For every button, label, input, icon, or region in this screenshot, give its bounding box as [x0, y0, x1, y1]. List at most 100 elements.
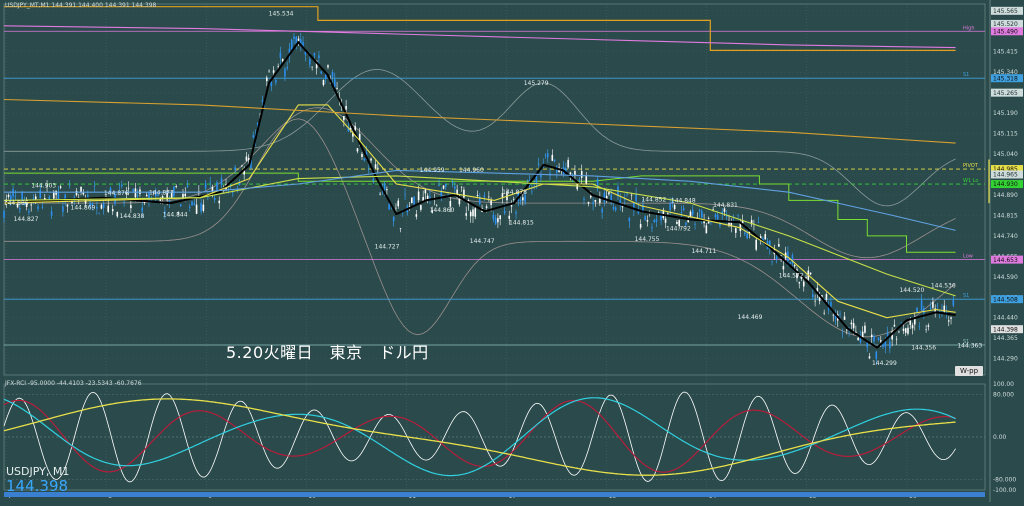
candle-body — [445, 184, 447, 187]
candle-body — [587, 201, 590, 204]
candle-body — [574, 170, 576, 175]
price-label: 144.572 — [779, 273, 804, 280]
candle-body — [336, 87, 338, 89]
candle-body — [576, 184, 579, 190]
candle-body — [399, 228, 402, 229]
candle-body — [488, 196, 490, 198]
candle-body — [907, 327, 909, 334]
price-tick-label: 144.740 — [993, 233, 1018, 240]
candle-body — [778, 244, 780, 247]
candle-body — [30, 204, 32, 206]
candle-body — [920, 300, 923, 311]
candle-body — [123, 201, 125, 203]
candle-body — [601, 208, 603, 213]
candle-body — [50, 211, 53, 216]
candle-body — [7, 194, 10, 197]
candle-body — [716, 214, 719, 220]
candle-body — [272, 70, 275, 73]
price-tick-label: 145.415 — [993, 49, 1018, 56]
price-label: 144.747 — [470, 238, 495, 245]
candle-body — [522, 197, 524, 201]
chart-background — [0, 0, 1024, 502]
candle-body — [367, 169, 370, 170]
candle-body — [889, 341, 891, 349]
candle-body — [913, 318, 916, 325]
candle-body — [290, 39, 293, 50]
candle-body — [281, 58, 284, 62]
candle-body — [499, 215, 501, 220]
candle-body — [37, 206, 39, 209]
candle-body — [705, 225, 708, 234]
candle-body — [469, 211, 472, 217]
price-label: 144.886 — [4, 200, 29, 207]
candle-body — [417, 191, 420, 201]
candle-body — [895, 338, 898, 340]
indicator-title: JFX-RCI -95.0000 -44.4103 -23.5343 -60.7… — [5, 380, 142, 387]
candle-body — [846, 329, 848, 331]
candle-body — [685, 223, 687, 225]
candle-body — [218, 200, 221, 204]
price-tick-label: 145.190 — [993, 110, 1018, 117]
candle-body — [429, 196, 431, 199]
chart-root: 78910111713141516145.565145.490145.41514… — [0, 0, 1024, 502]
candle-body — [947, 320, 950, 322]
candle-body — [870, 334, 873, 337]
candle-body — [451, 181, 454, 183]
price-tick-label: 144.440 — [993, 315, 1018, 322]
candle-body — [927, 325, 930, 327]
candle-body — [476, 195, 479, 196]
candle-body — [744, 232, 746, 235]
level-line-label: S1 — [963, 72, 969, 78]
price-tick-label: 145.040 — [993, 151, 1018, 158]
price-label: 144.903 — [31, 182, 56, 189]
candle-body — [270, 81, 273, 86]
candle-body — [630, 194, 633, 196]
candle-body — [592, 202, 594, 205]
price-label: 144.831 — [713, 202, 738, 209]
candle-body — [188, 207, 191, 208]
candle-body — [923, 307, 925, 314]
price-label: 144.869 — [71, 205, 96, 212]
candle-body — [657, 211, 660, 213]
candle-body — [580, 171, 583, 178]
candle-body — [96, 206, 98, 209]
indicator-tick-label: 80.000 — [993, 392, 1014, 399]
candle-body — [19, 208, 21, 210]
candle-body — [397, 200, 400, 207]
candle-body — [93, 185, 96, 187]
candle-body — [603, 192, 606, 202]
candle-body — [279, 52, 282, 58]
price-tick-label: 144.290 — [993, 356, 1018, 363]
candle-body — [682, 208, 685, 211]
chart-title: USDJPY_MT,M1 144.391 144.400 144.391 144… — [5, 2, 157, 9]
axis-tag-text: 144.508 — [993, 296, 1018, 303]
candle-body — [929, 307, 932, 309]
candle-body — [286, 66, 289, 69]
candle-body — [141, 207, 144, 212]
candle-body — [667, 213, 669, 215]
candle-body — [98, 213, 100, 214]
candle-body — [497, 218, 499, 223]
candle-body — [220, 178, 223, 185]
candle-body — [14, 196, 17, 198]
candle-body — [118, 185, 121, 187]
candle-body — [898, 331, 900, 333]
candle-body — [241, 165, 243, 167]
candle-body — [361, 153, 363, 157]
candle-body — [628, 217, 631, 222]
candle-body — [386, 189, 388, 191]
candle-body — [798, 282, 801, 284]
candle-body — [134, 188, 137, 198]
level-line-label: High — [963, 25, 975, 31]
candle-body — [304, 51, 307, 55]
candle-body — [182, 193, 184, 198]
candle-body — [48, 196, 51, 200]
price-label: 145.534 — [269, 10, 294, 17]
candle-body — [191, 201, 193, 206]
price-chart[interactable]: 78910111713141516145.565145.490145.41514… — [0, 0, 1024, 502]
candle-body — [875, 351, 878, 360]
candle-body — [127, 187, 130, 189]
candle-body — [843, 316, 846, 320]
candle-body — [311, 66, 313, 68]
candle-body — [179, 204, 182, 207]
